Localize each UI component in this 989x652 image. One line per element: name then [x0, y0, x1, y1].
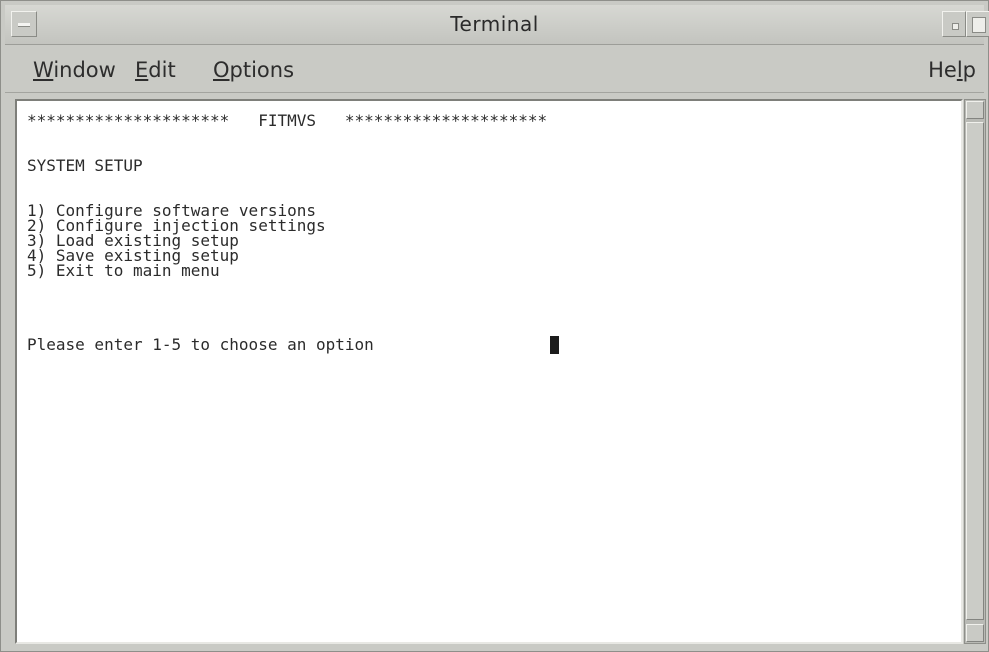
scrollbar-thumb[interactable] — [966, 122, 984, 620]
menu-window-mnemonic: W — [33, 58, 54, 82]
menu-options-mnemonic: O — [213, 58, 230, 82]
scroll-up-arrow-icon[interactable] — [966, 101, 984, 119]
menu-options-label: ptions — [229, 58, 295, 82]
title-bar[interactable]: Terminal — [5, 5, 989, 45]
terminal-heading: SYSTEM SETUP — [27, 156, 143, 175]
minimize-button[interactable] — [942, 11, 966, 37]
menu-edit[interactable]: Edit — [135, 58, 176, 82]
menu-bar: Window Edit Options Help — [5, 47, 984, 93]
menu-window[interactable]: Window — [33, 58, 116, 82]
text-cursor — [550, 336, 559, 354]
vertical-scrollbar[interactable] — [964, 99, 986, 644]
terminal-frame: ********************* FITMVS ***********… — [15, 99, 963, 644]
maximize-button[interactable] — [966, 11, 989, 37]
terminal-prompt: Please enter 1-5 to choose an option — [27, 335, 374, 354]
maximize-icon — [972, 17, 986, 33]
menu-edit-label: dit — [148, 58, 176, 82]
menu-options[interactable]: Options — [213, 58, 294, 82]
terminal-output[interactable]: ********************* FITMVS ***********… — [19, 103, 959, 640]
terminal-option-5: 5) Exit to main menu — [27, 261, 220, 280]
menu-window-label: indow — [53, 58, 116, 82]
scroll-down-arrow-icon[interactable] — [966, 624, 984, 642]
menu-edit-mnemonic: E — [135, 58, 149, 82]
terminal-window: Terminal Window Edit Options Help ******… — [0, 0, 989, 652]
menu-help[interactable]: Help — [928, 58, 976, 82]
minimize-icon — [952, 23, 959, 30]
menu-help-label: p — [962, 58, 976, 82]
terminal-banner: ********************* FITMVS ***********… — [27, 111, 548, 130]
menu-help-prefix: He — [928, 58, 957, 82]
window-title: Terminal — [450, 12, 539, 36]
